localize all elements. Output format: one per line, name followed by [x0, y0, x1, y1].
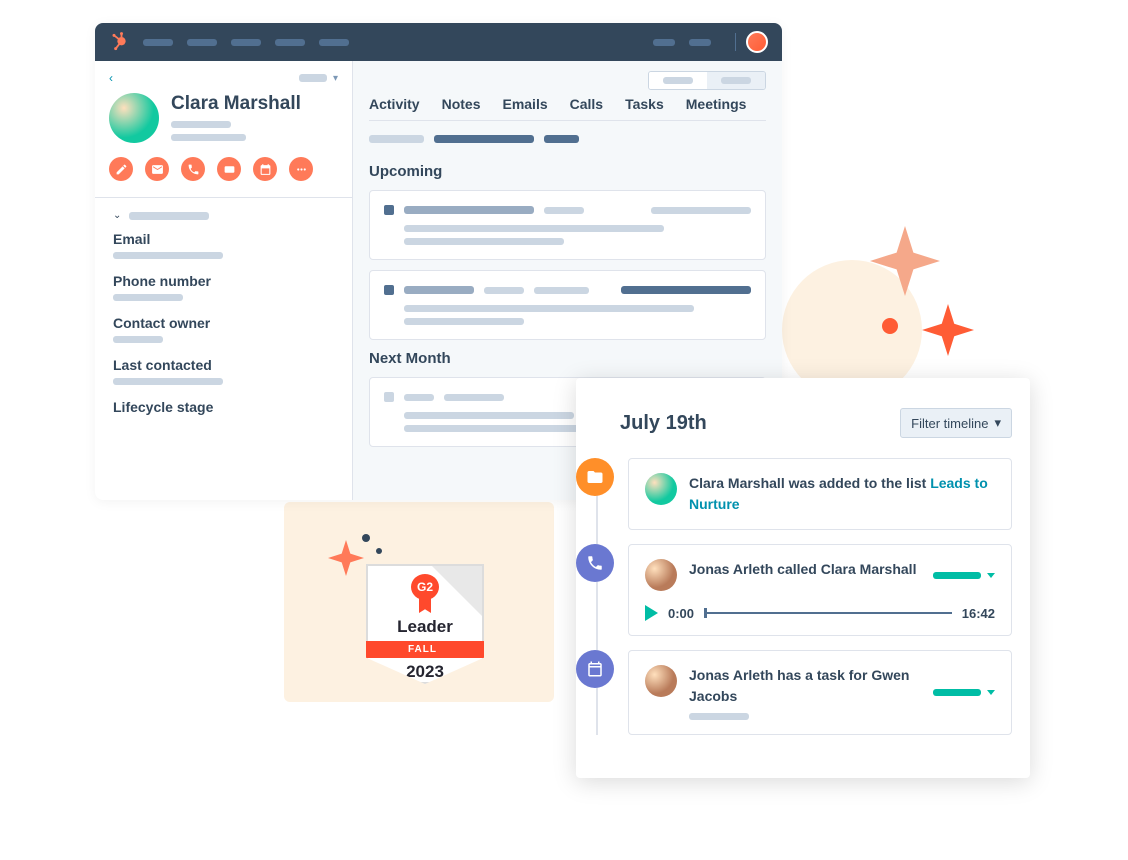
dot-icon	[362, 534, 370, 542]
contact-sidebar: ‹ ▾ Clara Marshall	[95, 61, 353, 500]
user-avatar[interactable]	[746, 31, 768, 53]
badge-year: 2023	[406, 662, 444, 682]
contact-name: Clara Marshall	[171, 93, 338, 115]
calendar-icon	[576, 650, 614, 688]
activity-tabs: Activity Notes Emails Calls Tasks Meetin…	[369, 96, 766, 121]
nav-placeholder[interactable]	[231, 39, 261, 46]
avatar	[645, 473, 677, 505]
nav-placeholder[interactable]	[319, 39, 349, 46]
sparkle-icon	[870, 226, 940, 296]
card-button[interactable]	[217, 157, 241, 181]
filter-timeline-button[interactable]: Filter timeline ▾	[900, 408, 1012, 438]
timeline-text: Jonas Arleth has a task for Gwen Jacobs	[689, 665, 921, 720]
action-placeholder[interactable]	[299, 74, 327, 82]
timeline-item: Jonas Arleth has a task for Gwen Jacobs	[620, 650, 1012, 735]
g2-badge: G2 Leader FALL 2023	[360, 564, 490, 698]
tab-emails[interactable]: Emails	[502, 96, 547, 120]
field-last-contacted: Last contacted	[113, 357, 334, 385]
field-owner: Contact owner	[113, 315, 334, 343]
nav-placeholder[interactable]	[689, 39, 711, 46]
audio-total-time: 16:42	[962, 606, 995, 621]
tab-activity[interactable]: Activity	[369, 96, 420, 120]
audio-scrubber[interactable]	[704, 612, 952, 614]
timeline-item: Clara Marshall was added to the list Lea…	[620, 458, 1012, 530]
contact-avatar[interactable]	[109, 93, 159, 143]
badge-title: Leader	[397, 617, 453, 637]
app-topbar	[95, 23, 782, 61]
timeline-text: Jonas Arleth called Clara Marshall	[689, 559, 921, 591]
timeline-panel: July 19th Filter timeline ▾ Clara Marsha…	[576, 378, 1030, 778]
tab-tasks[interactable]: Tasks	[625, 96, 664, 120]
status-dropdown[interactable]	[933, 665, 995, 720]
back-arrow-icon[interactable]: ‹	[109, 71, 113, 85]
avatar	[645, 665, 677, 697]
activity-card[interactable]	[369, 190, 766, 260]
timeline-text: Clara Marshall was added to the list Lea…	[689, 473, 995, 515]
chevron-down-icon: ⌄	[113, 210, 121, 221]
more-button[interactable]	[289, 157, 313, 181]
section-next-month: Next Month	[369, 350, 766, 367]
phone-icon	[576, 544, 614, 582]
sparkle-icon	[328, 540, 364, 576]
folder-icon	[576, 458, 614, 496]
expand-section[interactable]: ⌄	[113, 210, 334, 221]
activity-card[interactable]	[369, 270, 766, 340]
nav-placeholder[interactable]	[275, 39, 305, 46]
nav-placeholder[interactable]	[143, 39, 173, 46]
sparkle-icon	[922, 304, 974, 356]
dot-icon	[882, 318, 898, 334]
chevron-down-icon[interactable]: ▾	[333, 73, 338, 84]
field-email: Email	[113, 231, 334, 259]
calendar-button[interactable]	[253, 157, 277, 181]
badge-season: FALL	[359, 641, 487, 658]
play-button[interactable]	[645, 605, 658, 621]
tab-meetings[interactable]: Meetings	[686, 96, 747, 120]
field-phone: Phone number	[113, 273, 334, 301]
timeline-date: July 19th	[620, 412, 707, 435]
timeline-item: Jonas Arleth called Clara Marshall 0:00 …	[620, 544, 1012, 636]
email-button[interactable]	[145, 157, 169, 181]
tab-notes[interactable]: Notes	[442, 96, 481, 120]
phone-button[interactable]	[181, 157, 205, 181]
tab-calls[interactable]: Calls	[570, 96, 603, 120]
section-upcoming: Upcoming	[369, 163, 766, 180]
status-dropdown[interactable]	[933, 559, 995, 591]
edit-button[interactable]	[109, 157, 133, 181]
view-toggle[interactable]	[648, 71, 766, 90]
chevron-down-icon: ▾	[994, 415, 1001, 431]
avatar	[645, 559, 677, 591]
nav-placeholder[interactable]	[653, 39, 675, 46]
field-lifecycle: Lifecycle stage	[113, 399, 334, 415]
g2-logo-icon: G2	[411, 574, 439, 600]
audio-current-time: 0:00	[668, 606, 694, 621]
hubspot-logo-icon	[109, 32, 129, 52]
dot-icon	[376, 548, 382, 554]
nav-placeholder[interactable]	[187, 39, 217, 46]
